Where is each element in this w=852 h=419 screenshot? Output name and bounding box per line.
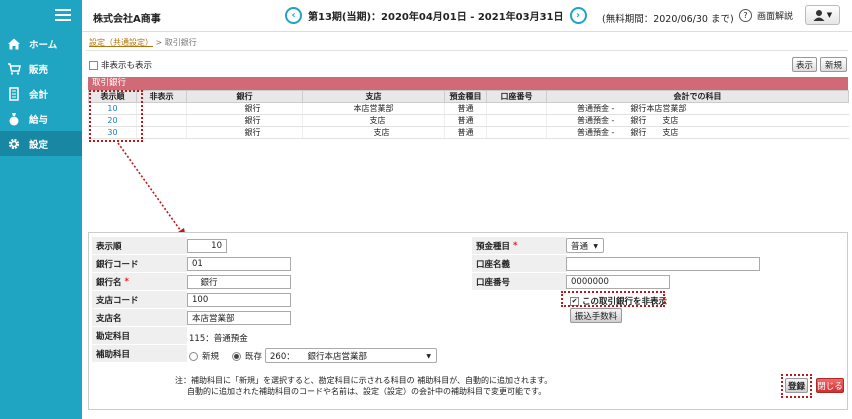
- branch-code-input[interactable]: 100: [187, 293, 291, 307]
- annotation-highlight-hide-bank: [561, 291, 665, 307]
- note-line: 自動的に追加された補助科目のコードや名前は、設定（設定）の会計中の補助科目で変更…: [187, 387, 547, 396]
- account-name-label: 口座名義: [472, 255, 567, 272]
- sub-subject-label: 補助科目: [92, 345, 187, 362]
- label-text: 銀行コード: [96, 259, 139, 270]
- account-name-input[interactable]: [566, 257, 760, 271]
- deposit-type-label: 預金種目 *: [472, 237, 567, 254]
- display-order-input[interactable]: 10: [187, 239, 227, 253]
- label-text: 表示順: [96, 241, 122, 252]
- label-text: 支店名: [96, 313, 122, 324]
- radio-label: 既存: [245, 352, 263, 362]
- sub-subject-existing-option[interactable]: 既存: [232, 350, 262, 362]
- deposit-type-select[interactable]: 普通 ▼: [566, 238, 604, 253]
- note-text: 注：補助科目に「新規」を選択すると、勘定科目に示される科目の 補助科目が、自動的…: [175, 375, 552, 397]
- chevron-down-icon: ▼: [593, 243, 598, 250]
- account-subject-value: 115：普通預金: [189, 334, 248, 344]
- bank-name-input[interactable]: 銀行: [187, 275, 291, 289]
- label-text: 口座名義: [476, 259, 511, 270]
- label-text: 支店コード: [96, 295, 139, 306]
- label-text: 勘定科目: [96, 331, 131, 342]
- radio-new[interactable]: [189, 352, 198, 361]
- label-text: 補助科目: [96, 349, 131, 360]
- label-text: 預金種目: [476, 241, 511, 252]
- branch-name-label: 支店名: [92, 309, 187, 326]
- radio-existing[interactable]: [232, 352, 241, 361]
- account-number-input[interactable]: 0000000: [566, 275, 670, 289]
- label-text: 銀行名: [96, 277, 122, 288]
- required-mark: *: [513, 240, 518, 251]
- label-text: 口座番号: [476, 277, 511, 288]
- bank-edit-form: 表示順 10 銀行コード 01 銀行名 * 銀行 支店コード 100 支店名 本店…: [88, 232, 848, 410]
- display-order-label: 表示順: [92, 237, 187, 254]
- bank-name-label: 銀行名 *: [92, 273, 187, 290]
- close-button[interactable]: 閉じる: [816, 378, 844, 393]
- sub-subject-select[interactable]: 260： 銀行本店営業部 ▼: [265, 348, 437, 363]
- transfer-fee-button[interactable]: 振込手数料: [570, 308, 622, 323]
- radio-label: 新規: [202, 352, 220, 362]
- account-subject-label: 勘定科目: [92, 327, 187, 344]
- branch-name-input[interactable]: 本店営業部: [187, 311, 291, 325]
- required-mark: *: [124, 276, 129, 287]
- account-number-label: 口座番号: [472, 273, 567, 290]
- select-value: 普通: [571, 241, 589, 252]
- bank-code-input[interactable]: 01: [187, 257, 291, 271]
- select-value: 260： 銀行本店営業部: [270, 351, 367, 362]
- chevron-down-icon: ▼: [426, 353, 431, 360]
- sub-subject-new-option[interactable]: 新規: [189, 350, 219, 362]
- branch-code-label: 支店コード: [92, 291, 187, 308]
- bank-code-label: 銀行コード: [92, 255, 187, 272]
- register-button[interactable]: 登録: [785, 378, 808, 393]
- note-line: 注：補助科目に「新規」を選択すると、勘定科目に示される科目の 補助科目が、自動的…: [175, 376, 553, 385]
